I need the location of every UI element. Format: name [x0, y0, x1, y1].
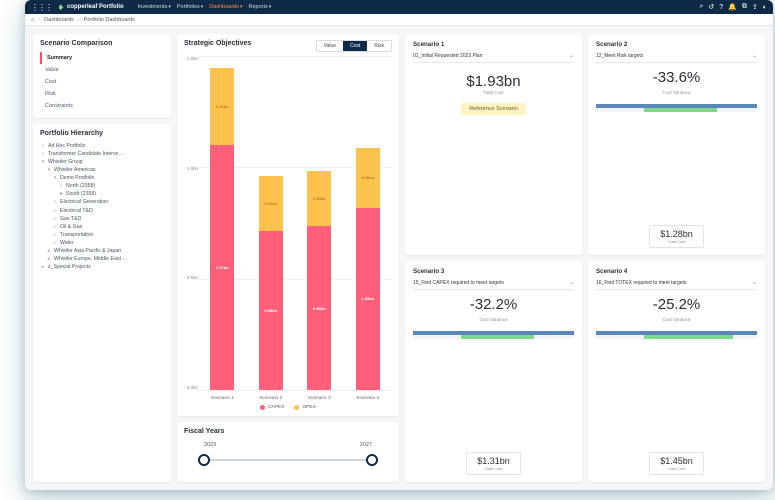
fy-end-label: 2027 [360, 442, 372, 448]
scomp-item-value[interactable]: Value [40, 64, 164, 76]
reference-scenario-tag: Reference Scenario [461, 103, 526, 115]
scenario-comparison-panel: Scenario Comparison SummaryValueCostRisk… [33, 34, 171, 118]
scenario-select[interactable]: 15_Find CAPEX required to meet targets⌄ [413, 279, 574, 290]
card-title: Scenario 3 [413, 268, 574, 275]
fiscal-year-slider[interactable] [204, 454, 372, 466]
scomp-item-cost[interactable]: Cost [40, 76, 164, 88]
scenario-card-4: Scenario 4 16_Find TOTEX required to meet… [588, 261, 765, 482]
nav-reports[interactable]: Reports▾ [248, 4, 271, 10]
scenario-select[interactable]: 12_Meet Risk targets⌄ [596, 52, 757, 63]
card-title: Scenario 1 [413, 41, 574, 48]
variance-value: -33.6% [596, 69, 757, 86]
home-icon[interactable]: ⌂ [31, 17, 34, 23]
tab-cost[interactable]: Cost [343, 41, 367, 51]
scenario-card-1: Scenario 1 01_Initial Requested 2023 Plan… [405, 34, 582, 255]
chevron-down-icon: ⌄ [752, 52, 757, 59]
bar-stack: 0.33bn0.95bn [259, 56, 283, 390]
tree-item[interactable]: ○Transformer Candidate Interve… [40, 150, 164, 158]
bar-stack: 0.46bn1.47bn [210, 56, 234, 390]
breadcrumb: ⌂› Dashboards› Portfolio Dashboards [25, 14, 773, 26]
chart-legend: CAPEX OPEX [184, 405, 392, 410]
scomp-item-summary[interactable]: Summary [40, 52, 164, 64]
slider-handle-start[interactable] [198, 454, 210, 466]
history-icon[interactable]: ↺ [708, 3, 714, 11]
tree-item[interactable]: ▾Demo Portfolio [40, 174, 164, 182]
tree-item[interactable]: ▸Whistler Europe, Middle East … [40, 255, 164, 263]
crumb-dashboards[interactable]: Dashboards [44, 17, 74, 23]
total-cost-box: $1.31bnTotal Cost [466, 452, 521, 475]
tree-item[interactable]: ▸Whistler Asia Pacific & Japan [40, 247, 164, 255]
chart-tabs: Value Cost Risk [316, 40, 392, 52]
scenario-card-2: Scenario 212_Meet Risk targets⌄-33.6%Cos… [588, 34, 765, 255]
chevron-down-icon: ⌄ [752, 279, 757, 286]
variance-bar [413, 331, 574, 339]
scenario-select[interactable]: 01_Initial Requested 2023 Plan⌄ [413, 52, 574, 63]
tab-value[interactable]: Value [317, 41, 343, 51]
slider-handle-end[interactable] [366, 454, 378, 466]
nav-investments[interactable]: Investments▾ [138, 4, 171, 10]
chevron-down-icon: ⌄ [569, 52, 574, 59]
variance-bar [596, 104, 757, 112]
tree-item[interactable]: ○Ad Hoc Portfolio [40, 142, 164, 150]
chart-title: Strategic Objectives [184, 40, 251, 47]
total-cost-box: $1.28bnTotal Cost [649, 225, 704, 248]
bell-icon[interactable]: 🔔 [728, 3, 737, 11]
scomp-item-constraints[interactable]: Constraints [40, 100, 164, 112]
card-title: Scenario 2 [596, 41, 757, 48]
portfolio-hierarchy-panel: Portfolio Hierarchy ○Ad Hoc Portfolio○Tr… [33, 124, 171, 482]
strategic-objectives-panel: Strategic Objectives Value Cost Risk 1.5… [177, 34, 399, 416]
fiscal-years-title: Fiscal Years [184, 428, 392, 435]
portfolio-hierarchy-title: Portfolio Hierarchy [40, 130, 164, 137]
main-nav: Investments▾ Portfolios▾ Dashboards▾ Rep… [138, 4, 272, 10]
scomp-item-risk[interactable]: Risk [40, 88, 164, 100]
search-icon[interactable]: ⌕ [699, 3, 703, 11]
scenario-card-3: Scenario 3 15_Find CAPEX required to meet… [405, 261, 582, 482]
nav-dashboards[interactable]: Dashboards▾ [209, 4, 242, 10]
scenario-select[interactable]: 16_Find TOTEX required to meet targets⌄ [596, 279, 757, 290]
crumb-page: Portfolio Dashboards [84, 17, 135, 23]
total-cost-box: $1.45bnTotal Cost [649, 452, 704, 475]
nav-portfolios[interactable]: Portfolios▾ [177, 4, 203, 10]
fiscal-years-panel: Fiscal Years 2023 2027 [177, 422, 399, 482]
variance-value: -32.2% [413, 296, 574, 313]
tab-risk[interactable]: Risk [367, 41, 391, 51]
help-icon[interactable]: ? [719, 4, 723, 11]
tree-item[interactable]: ○Oil & Gas [40, 223, 164, 231]
user-icon[interactable]: ◐ [763, 4, 767, 11]
tree-item[interactable]: ○Gas T&D [40, 215, 164, 223]
scenario-comparison-title: Scenario Comparison [40, 40, 164, 47]
card-title: Scenario 4 [596, 268, 757, 275]
tree-item[interactable]: ○Water [40, 239, 164, 247]
tree-item[interactable]: ○Electrical Generation [40, 198, 164, 206]
variance-value: -25.2% [596, 296, 757, 313]
top-bar: ⋮⋮⋮ copperleaf Portfolio Investments▾ Po… [25, 0, 773, 14]
leaf-icon [58, 4, 65, 11]
bar-stack: 0.33bn0.98bn [307, 56, 331, 390]
tree-item[interactable]: ▾Whistler Group [40, 158, 164, 166]
share-icon[interactable]: ⇪ [752, 3, 758, 11]
fy-start-label: 2023 [204, 442, 216, 448]
variance-bar [596, 331, 757, 339]
tree-item[interactable]: ○Transportation [40, 231, 164, 239]
tree-item[interactable]: ▸z_Special Projects [40, 263, 164, 271]
chevron-down-icon: ⌄ [569, 279, 574, 286]
external-icon[interactable]: ⧉ [742, 3, 747, 11]
tree-item[interactable]: ▾Whistler Americas [40, 166, 164, 174]
chart-body: 1.5bn1.0bn0.5bn0.0bn 0.46bn1.47bn0.33bn0… [184, 56, 392, 410]
tree-item[interactable]: ●South (2358) [40, 190, 164, 198]
brand: copperleaf Portfolio [58, 4, 124, 11]
total-cost-value: $1.93bn [413, 73, 574, 90]
bar-stack: 0.36bn1.09bn [356, 56, 380, 390]
apps-icon[interactable]: ⋮⋮⋮ [31, 3, 52, 12]
tree-item[interactable]: ○North (2358) [40, 182, 164, 190]
tree-item[interactable]: ○Electrical T&D [40, 207, 164, 215]
